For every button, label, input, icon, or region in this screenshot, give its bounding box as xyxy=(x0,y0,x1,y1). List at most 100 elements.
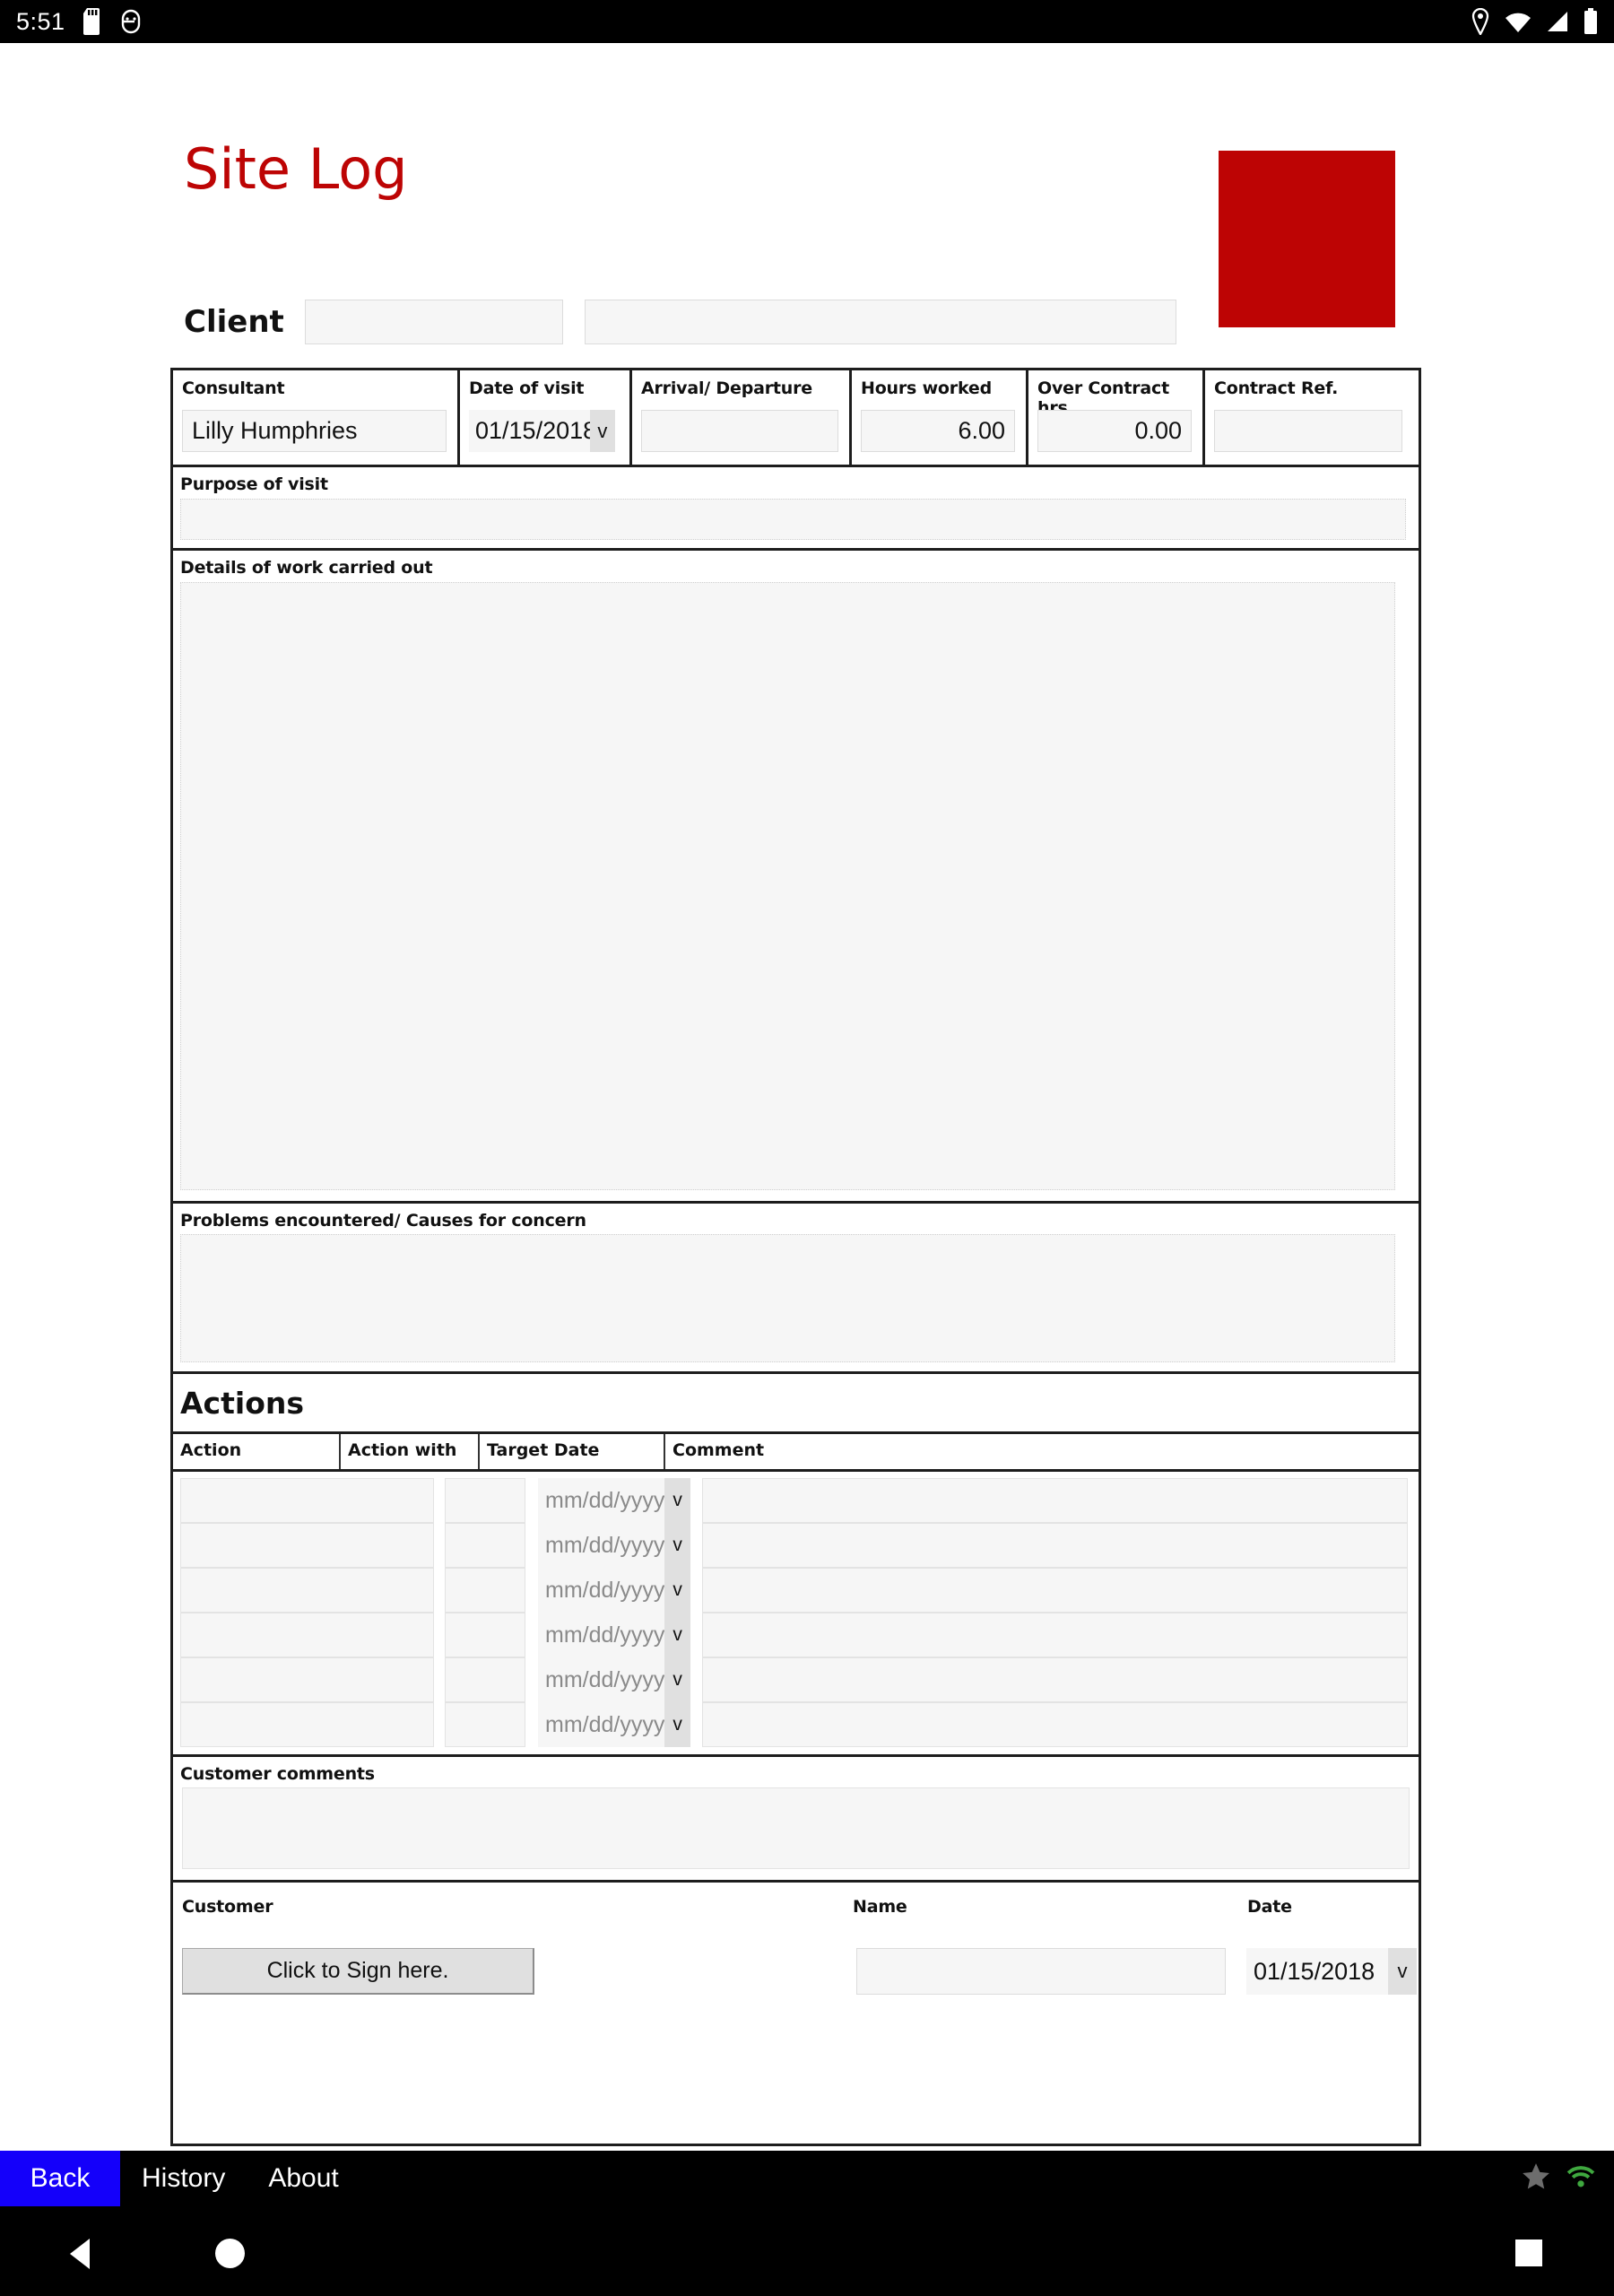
back-button[interactable]: Back xyxy=(0,2151,120,2206)
contract-ref-input[interactable] xyxy=(1214,410,1402,452)
hours-worked-cell: Hours worked 6.00 xyxy=(852,370,1028,465)
chevron-down-icon[interactable]: v xyxy=(664,1478,690,1523)
column-header-action: Action xyxy=(173,1434,341,1469)
contract-ref-cell: Contract Ref. xyxy=(1205,370,1413,465)
action-input[interactable] xyxy=(180,1657,434,1702)
problems-textarea[interactable] xyxy=(180,1234,1395,1362)
comment-input[interactable] xyxy=(702,1523,1408,1568)
comment-input[interactable] xyxy=(702,1613,1408,1657)
target-date-picker[interactable]: mm/dd/yyyy v xyxy=(538,1702,690,1747)
client-name-input[interactable] xyxy=(585,300,1176,344)
chevron-down-icon[interactable]: v xyxy=(664,1613,690,1657)
comment-input[interactable] xyxy=(702,1478,1408,1523)
signature-date-picker[interactable]: 01/15/2018 v xyxy=(1246,1948,1417,1995)
about-button[interactable]: About xyxy=(247,2151,360,2206)
target-date-value[interactable]: mm/dd/yyyy xyxy=(538,1657,665,1702)
arrival-departure-cell: Arrival/ Departure xyxy=(632,370,852,465)
target-date-value[interactable]: mm/dd/yyyy xyxy=(538,1523,665,1568)
target-date-value[interactable]: mm/dd/yyyy xyxy=(538,1478,665,1523)
arrival-departure-input[interactable] xyxy=(641,410,838,452)
wifi-icon xyxy=(1505,10,1532,33)
target-date-picker[interactable]: mm/dd/yyyy v xyxy=(538,1523,690,1568)
chevron-down-icon[interactable]: v xyxy=(664,1657,690,1702)
signature-date-label: Date xyxy=(1247,1897,1292,1917)
details-of-work-section: Details of work carried out xyxy=(173,551,1419,1204)
device-screen: 5:51 Site Log Client Consultant Lilly Hu… xyxy=(0,0,1614,2296)
chevron-down-icon[interactable]: v xyxy=(664,1568,690,1613)
purpose-of-visit-section: Purpose of visit xyxy=(173,467,1419,551)
sd-card-icon xyxy=(82,8,103,35)
column-header-action-with: Action with xyxy=(341,1434,480,1469)
wifi-status-icon[interactable] xyxy=(1566,2164,1596,2194)
action-with-input[interactable] xyxy=(445,1478,525,1523)
back-triangle-icon[interactable] xyxy=(70,2239,90,2269)
target-date-picker[interactable]: mm/dd/yyyy v xyxy=(538,1613,690,1657)
android-status-bar: 5:51 xyxy=(0,0,1614,43)
signature-date-value[interactable]: 01/15/2018 xyxy=(1246,1948,1388,1995)
customer-comments-textarea[interactable] xyxy=(182,1787,1410,1869)
action-input[interactable] xyxy=(180,1478,434,1523)
action-with-input[interactable] xyxy=(445,1657,525,1702)
signature-name-input[interactable] xyxy=(856,1948,1226,1995)
comment-input[interactable] xyxy=(702,1702,1408,1747)
action-input[interactable] xyxy=(180,1702,434,1747)
history-button[interactable]: History xyxy=(120,2151,247,2206)
target-date-value[interactable]: mm/dd/yyyy xyxy=(538,1702,665,1747)
comment-input[interactable] xyxy=(702,1657,1408,1702)
hours-worked-input[interactable]: 6.00 xyxy=(861,410,1015,452)
details-of-work-label: Details of work carried out xyxy=(180,558,433,578)
customer-comments-label: Customer comments xyxy=(180,1764,375,1784)
consultant-input[interactable]: Lilly Humphries xyxy=(182,410,447,452)
home-circle-icon[interactable] xyxy=(215,2239,245,2268)
target-date-picker[interactable]: mm/dd/yyyy v xyxy=(538,1568,690,1613)
client-row: Client xyxy=(184,300,1176,344)
recents-square-icon[interactable] xyxy=(1515,2239,1542,2266)
comment-input[interactable] xyxy=(702,1568,1408,1613)
nav-right-icons xyxy=(1521,2161,1614,2196)
action-input[interactable] xyxy=(180,1568,434,1613)
consultant-label: Consultant xyxy=(182,378,285,398)
name-label: Name xyxy=(853,1897,907,1917)
target-date-picker[interactable]: mm/dd/yyyy v xyxy=(538,1657,690,1702)
actions-heading: Actions xyxy=(180,1385,304,1421)
visit-info-row: Consultant Lilly Humphries Date of visit… xyxy=(173,370,1419,467)
table-row: mm/dd/yyyy v xyxy=(173,1613,1419,1657)
date-of-visit-value[interactable]: 01/15/2018 xyxy=(469,410,590,452)
android-head-icon xyxy=(119,9,143,34)
target-date-value[interactable]: mm/dd/yyyy xyxy=(538,1613,665,1657)
problems-label: Problems encountered/ Causes for concern xyxy=(180,1211,586,1231)
over-contract-hrs-input[interactable]: 0.00 xyxy=(1037,410,1192,452)
action-input[interactable] xyxy=(180,1613,434,1657)
star-icon[interactable] xyxy=(1521,2161,1551,2196)
customer-comments-section: Customer comments xyxy=(173,1757,1419,1883)
column-header-target-date: Target Date xyxy=(480,1434,665,1469)
target-date-value[interactable]: mm/dd/yyyy xyxy=(538,1568,665,1613)
click-to-sign-button[interactable]: Click to Sign here. xyxy=(182,1948,534,1995)
chevron-down-icon[interactable]: v xyxy=(589,410,615,452)
table-row: mm/dd/yyyy v xyxy=(173,1702,1419,1747)
details-of-work-textarea[interactable] xyxy=(180,582,1395,1190)
company-logo xyxy=(1219,151,1395,327)
location-pin-icon xyxy=(1471,8,1490,35)
date-of-visit-label: Date of visit xyxy=(469,378,585,398)
action-with-input[interactable] xyxy=(445,1702,525,1747)
date-of-visit-picker[interactable]: 01/15/2018 v xyxy=(469,410,615,452)
target-date-picker[interactable]: mm/dd/yyyy v xyxy=(538,1478,690,1523)
battery-icon xyxy=(1584,8,1598,35)
android-system-nav xyxy=(0,2206,1614,2296)
action-with-input[interactable] xyxy=(445,1613,525,1657)
purpose-of-visit-input[interactable] xyxy=(180,499,1406,540)
site-log-document: Site Log Client Consultant Lilly Humphri… xyxy=(0,43,1614,2151)
action-input[interactable] xyxy=(180,1523,434,1568)
table-row: mm/dd/yyyy v xyxy=(173,1478,1419,1523)
date-of-visit-cell: Date of visit 01/15/2018 v xyxy=(460,370,632,465)
status-bar-right xyxy=(1471,8,1598,35)
chevron-down-icon[interactable]: v xyxy=(664,1702,690,1747)
chevron-down-icon[interactable]: v xyxy=(664,1523,690,1568)
client-code-input[interactable] xyxy=(305,300,563,344)
chevron-down-icon[interactable]: v xyxy=(1388,1948,1417,1995)
cellular-signal-icon xyxy=(1546,10,1569,33)
action-with-input[interactable] xyxy=(445,1523,525,1568)
action-with-input[interactable] xyxy=(445,1568,525,1613)
actions-heading-band: Actions xyxy=(173,1374,1419,1434)
